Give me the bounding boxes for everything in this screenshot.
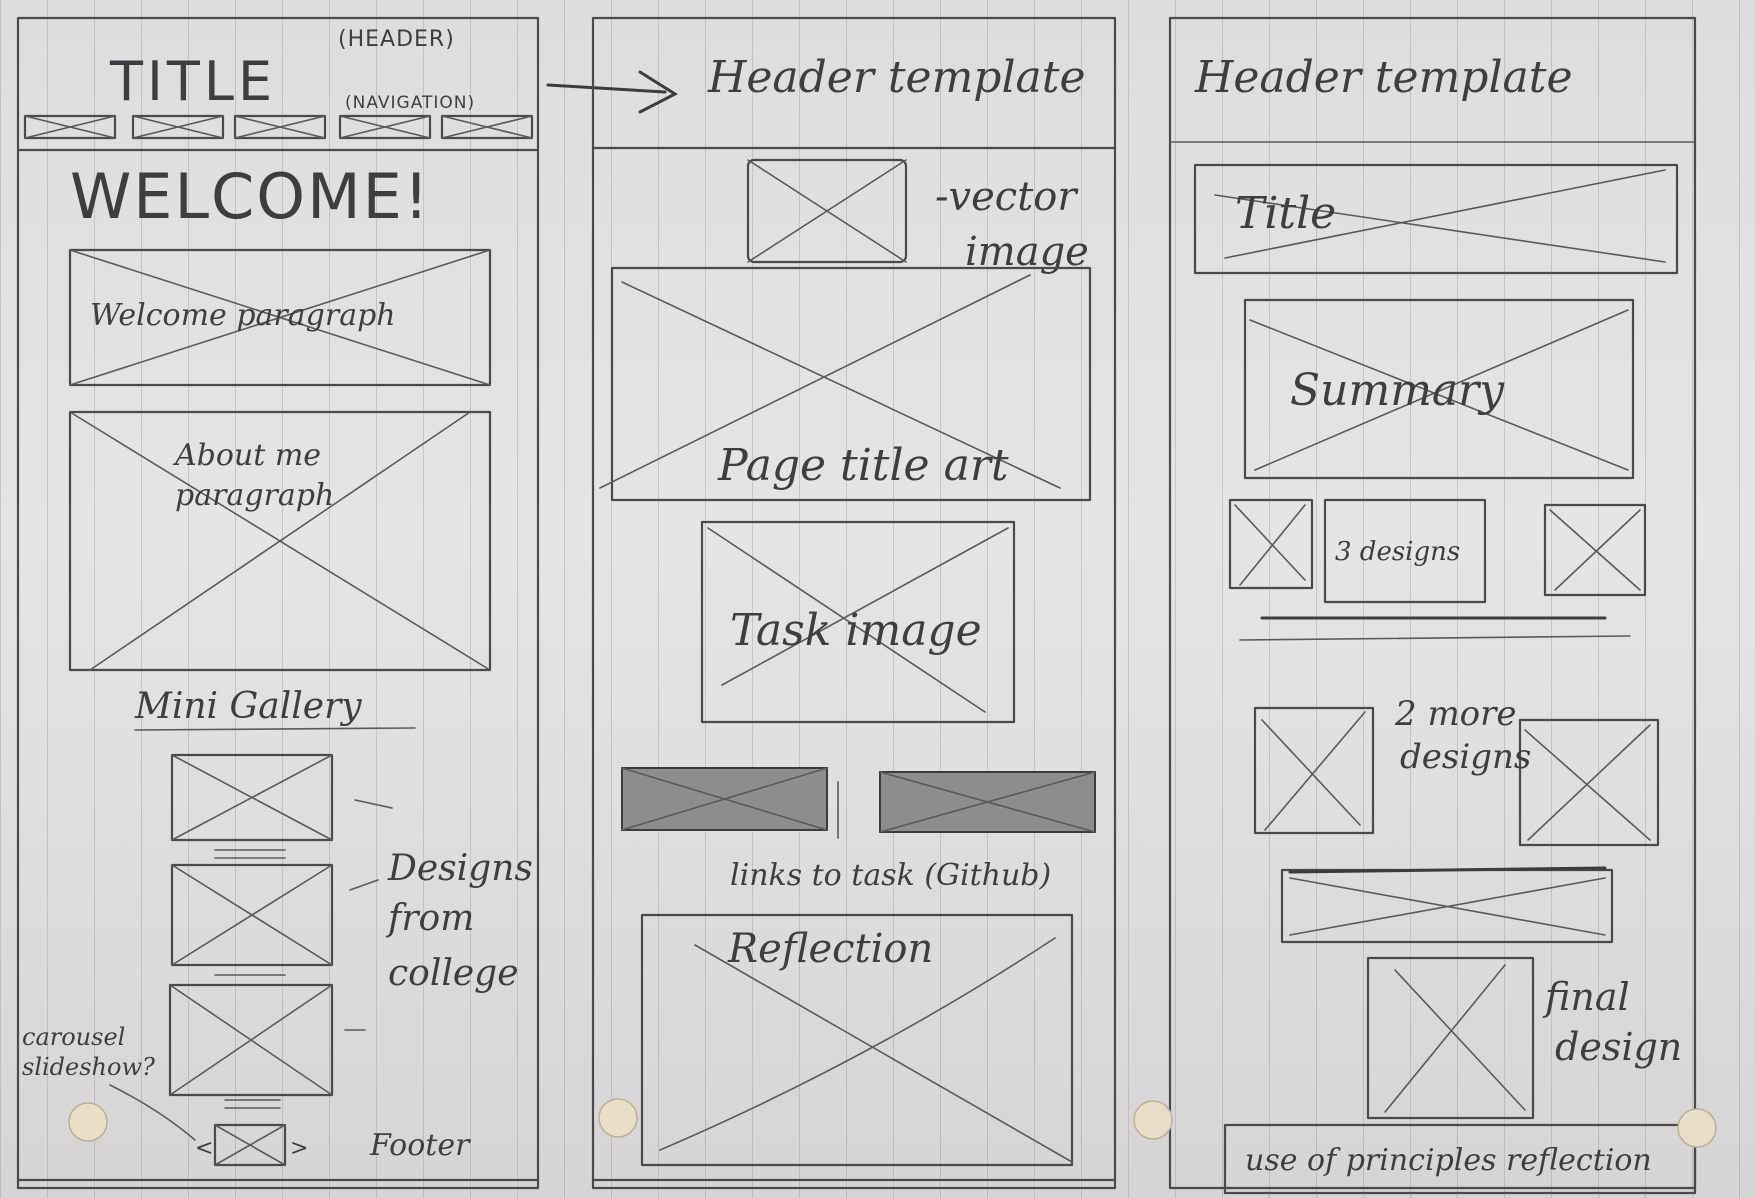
wireframe-sketch: TITLE (HEADER) (NAVIGATION) WELCOME! Wel… bbox=[16, 16, 1717, 1195]
binder-hole bbox=[1133, 1100, 1173, 1140]
column-2-task-page: Header template -vector image Page title… bbox=[591, 16, 1117, 1190]
carousel-next-icon: > bbox=[290, 1136, 308, 1161]
three-designs-label: 3 designs bbox=[1335, 537, 1460, 567]
carousel-prev-icon: < bbox=[195, 1136, 213, 1161]
navigation-bar bbox=[23, 114, 534, 140]
task-image-label: Task image bbox=[730, 605, 982, 656]
carousel-note: carousel bbox=[22, 1023, 125, 1051]
design-thumbnail bbox=[1253, 706, 1375, 835]
column-3-design-page: Header template Title Summary 3 designs … bbox=[1168, 16, 1697, 1195]
mini-gallery: < > bbox=[168, 753, 334, 1167]
three-designs-row: 3 designs bbox=[1228, 498, 1647, 641]
binder-hole bbox=[1677, 1108, 1717, 1148]
principles-reflection-label: use of principles reflection bbox=[1245, 1143, 1652, 1178]
title-label: TITLE bbox=[109, 50, 276, 113]
final-design-box bbox=[1366, 956, 1535, 1120]
reflection-label: Reflection bbox=[727, 926, 933, 972]
links-note: links to task (Github) bbox=[730, 858, 1051, 893]
summary-label: Summary bbox=[1290, 365, 1505, 416]
flow-arrow-icon bbox=[546, 70, 679, 114]
binder-hole bbox=[68, 1102, 108, 1142]
column-1-homepage: TITLE (HEADER) (NAVIGATION) WELCOME! Wel… bbox=[16, 16, 540, 1190]
carousel-note-2: slideshow? bbox=[22, 1053, 155, 1081]
designs-note-3: college bbox=[388, 953, 519, 994]
design-title-label: Title bbox=[1235, 188, 1336, 239]
header-template-label-2: Header template bbox=[707, 52, 1086, 103]
about-me-label-2: paragraph bbox=[175, 478, 334, 513]
two-more-designs-label-2: designs bbox=[1400, 737, 1531, 777]
navigation-note: (NAVIGATION) bbox=[345, 93, 475, 113]
header-template-label-3: Header template bbox=[1194, 52, 1573, 103]
about-me-label: About me bbox=[172, 438, 321, 473]
designs-note-2: from bbox=[385, 898, 474, 939]
designs-note: Designs bbox=[387, 848, 533, 889]
welcome-paragraph-label: Welcome paragraph bbox=[90, 298, 396, 333]
mini-gallery-label: Mini Gallery bbox=[134, 686, 362, 727]
welcome-heading: WELCOME! bbox=[70, 160, 431, 233]
final-design-label: final bbox=[1542, 975, 1630, 1019]
carousel-arrow bbox=[109, 1084, 196, 1141]
footer-label: Footer bbox=[369, 1128, 471, 1163]
final-design-label-2: design bbox=[1555, 1025, 1682, 1069]
header-note: (HEADER) bbox=[338, 27, 455, 52]
page-title-art-label: Page title art bbox=[717, 440, 1009, 491]
two-more-designs-label: 2 more bbox=[1394, 694, 1517, 734]
vector-image-note: -vector bbox=[935, 174, 1079, 220]
binder-hole bbox=[598, 1098, 638, 1138]
